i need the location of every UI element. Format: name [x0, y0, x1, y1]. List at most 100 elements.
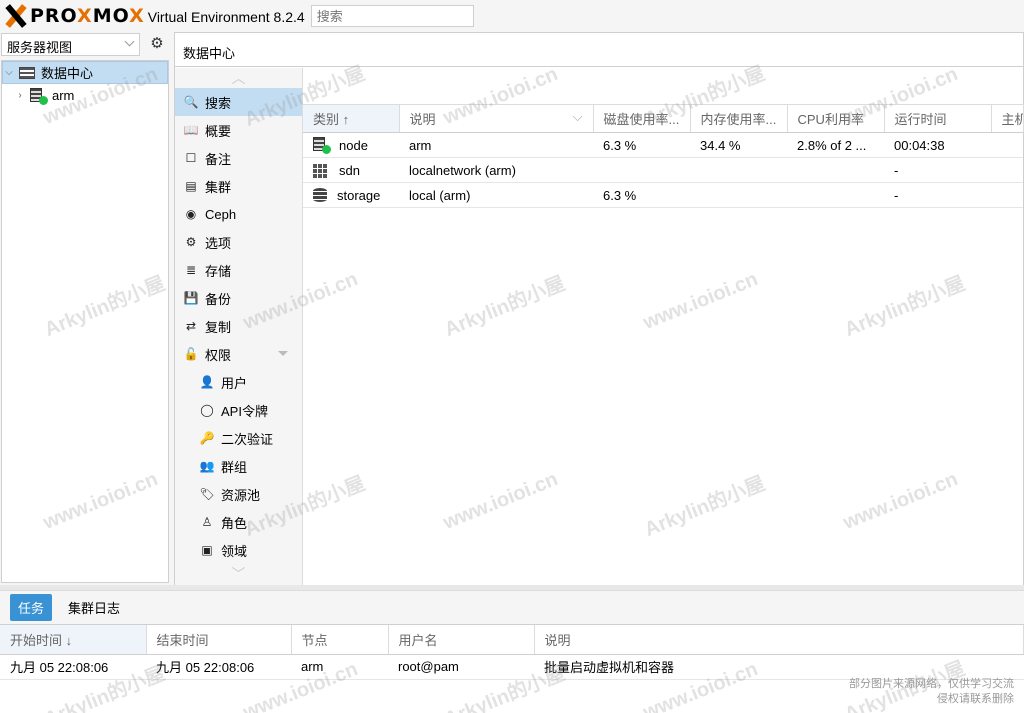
table-row[interactable]: sdn localnetwork (arm) -: [303, 157, 1023, 183]
menu-item[interactable]: 💾 备份: [175, 284, 302, 312]
menu-item-label: 角色: [221, 515, 248, 531]
gear-icon: ⚙: [185, 235, 197, 249]
column-header-user[interactable]: 用户名: [388, 625, 535, 655]
task-start: 九月 05 22:08:06: [0, 654, 146, 680]
logo-wordmark: PROXMOX: [30, 5, 145, 27]
menu-scroll-up-icon[interactable]: ︿: [175, 68, 302, 88]
menu-scroll-down-icon[interactable]: ﹀: [175, 564, 302, 584]
collapse-caret-icon[interactable]: [278, 351, 288, 356]
collapse-toggle-icon[interactable]: ⌵: [3, 67, 15, 78]
database-icon: ≣: [185, 263, 197, 277]
page-title: 数据中心: [175, 33, 1023, 67]
menu-item[interactable]: ⚙ 选项: [175, 228, 302, 256]
copyright-notice: 部分图片来源网络，仅供学习交流 侵权请联系删除: [849, 677, 1014, 707]
table-row[interactable]: storage local (arm) 6.3 % -: [303, 182, 1023, 208]
datacenter-icon: [19, 66, 35, 79]
task-tabs: 任务 集群日志: [0, 591, 1024, 624]
menu-item[interactable]: 🔑 二次验证: [175, 424, 302, 452]
column-menu-chevron-icon[interactable]: ⌵: [573, 109, 583, 125]
row-memory: [690, 157, 787, 183]
menu-item-label: 集群: [205, 179, 232, 195]
menu-item-label: 选项: [205, 235, 232, 251]
column-header-start-time[interactable]: 开始时间 ↓: [0, 625, 147, 655]
menu-item[interactable]: 🔓 权限: [175, 340, 302, 368]
column-header-type[interactable]: 类别 ↑: [303, 104, 400, 133]
ceph-icon: ◉: [185, 207, 197, 221]
users-icon: 👥: [199, 459, 215, 473]
menu-item-label: 权限: [205, 347, 232, 363]
row-host: [991, 132, 1023, 158]
row-host: [991, 157, 1023, 183]
menu-item-label: 复制: [205, 319, 232, 335]
menu-item[interactable]: 📖 概要: [175, 116, 302, 144]
menu-item[interactable]: ◯ API令牌: [175, 396, 302, 424]
table-row[interactable]: node arm 6.3 % 34.4 % 2.8% of 2 ... 00:0…: [303, 132, 1023, 158]
column-header-disk[interactable]: 磁盘使用率...: [593, 104, 691, 133]
resource-tree: ⌵ 数据中心 › arm: [1, 60, 169, 583]
column-header-uptime[interactable]: 运行时间: [884, 104, 992, 133]
main-panel: 数据中心 ︿ 🔍 搜索 📖 概要 ☐ 备注 ▤ 集群 ◉ Ceph ⚙ 选项 ≣ 存储 💾 备份 ⇄ 复制 🔓 权限 👤…: [174, 32, 1024, 585]
menu-item[interactable]: 👥 群组: [175, 452, 302, 480]
unlock-icon: 🔓: [183, 347, 199, 361]
row-disk: [593, 157, 690, 183]
menu-item[interactable]: 👤 用户: [175, 368, 302, 396]
menu-item-label: 备注: [205, 151, 232, 167]
menu-item[interactable]: ◉ Ceph: [175, 200, 302, 228]
menu-item[interactable]: ⇄ 复制: [175, 312, 302, 340]
tab-tasks[interactable]: 任务: [10, 594, 53, 621]
menu-item-label: 二次验证: [221, 431, 274, 447]
row-cpu: [787, 182, 884, 208]
menu-item[interactable]: 🏷 资源池: [175, 480, 302, 508]
task-end: 九月 05 22:08:06: [146, 654, 291, 680]
node-online-icon: [313, 137, 331, 154]
row-type: storage: [337, 187, 381, 203]
tree-item-label: arm: [52, 88, 75, 103]
user-icon: 👤: [199, 375, 215, 389]
row-disk: 6.3 %: [593, 182, 690, 208]
global-search-input[interactable]: [310, 5, 474, 27]
menu-item[interactable]: 🔍 搜索: [175, 88, 302, 116]
row-cpu: [787, 157, 884, 183]
proxmox-logo[interactable]: PROXMOX: [4, 0, 145, 32]
menu-item-label: 备份: [205, 291, 232, 307]
column-header-cpu[interactable]: CPU利用率: [787, 104, 885, 133]
tree-settings-gear-icon[interactable]: ⚙: [146, 34, 168, 56]
row-disk: 6.3 %: [593, 132, 690, 158]
search-content: 类别 ↑ 说明 ⌵ 磁盘使用率... 内存使用率... CPU利用率 运行时间 主…: [303, 68, 1024, 585]
tree-item-node-arm[interactable]: › arm: [2, 84, 168, 107]
resource-tree-panel: 服务器视图 ⚙ ⌵ 数据中心 › arm: [0, 32, 170, 585]
column-header-description[interactable]: 说明 ⌵: [399, 104, 594, 133]
view-select[interactable]: 服务器视图: [1, 33, 140, 56]
menu-item-label: 搜索: [205, 95, 232, 111]
view-select-value: 服务器视图: [7, 40, 73, 55]
row-description: arm: [399, 132, 593, 158]
task-node: arm: [291, 654, 388, 680]
tree-item-label: 数据中心: [41, 66, 94, 81]
menu-item[interactable]: ≣ 存储: [175, 256, 302, 284]
tree-item-datacenter[interactable]: ⌵ 数据中心: [2, 61, 168, 84]
row-memory: 34.4 %: [690, 132, 787, 158]
menu-item[interactable]: ▤ 集群: [175, 172, 302, 200]
tab-cluster-log[interactable]: 集群日志: [60, 594, 128, 621]
menu-item-label: 存储: [205, 263, 232, 279]
task-row[interactable]: 九月 05 22:08:06 九月 05 22:08:06 arm root@p…: [0, 654, 1024, 680]
menu-item[interactable]: ▣ 领域: [175, 536, 302, 564]
column-header-description[interactable]: 说明: [534, 625, 1024, 655]
column-header-host[interactable]: 主机: [991, 104, 1024, 133]
column-header-memory[interactable]: 内存使用率...: [690, 104, 788, 133]
logo-x-icon: [4, 4, 28, 28]
chevron-down-icon: [124, 36, 135, 47]
search-icon: 🔍: [183, 95, 199, 109]
menu-item-label: 用户: [221, 375, 248, 391]
menu-item[interactable]: ☐ 备注: [175, 144, 302, 172]
column-header-node[interactable]: 节点: [291, 625, 389, 655]
row-memory: [690, 182, 787, 208]
server-icon: ▤: [185, 179, 197, 193]
row-description: localnetwork (arm): [399, 157, 593, 183]
expand-toggle-icon[interactable]: ›: [14, 90, 26, 101]
menu-item[interactable]: ♙ 角色: [175, 508, 302, 536]
column-header-end-time[interactable]: 结束时间: [146, 625, 292, 655]
retweet-icon: ⇄: [185, 319, 197, 333]
row-uptime: -: [884, 182, 991, 208]
version-label: Virtual Environment 8.2.4: [147, 9, 305, 25]
